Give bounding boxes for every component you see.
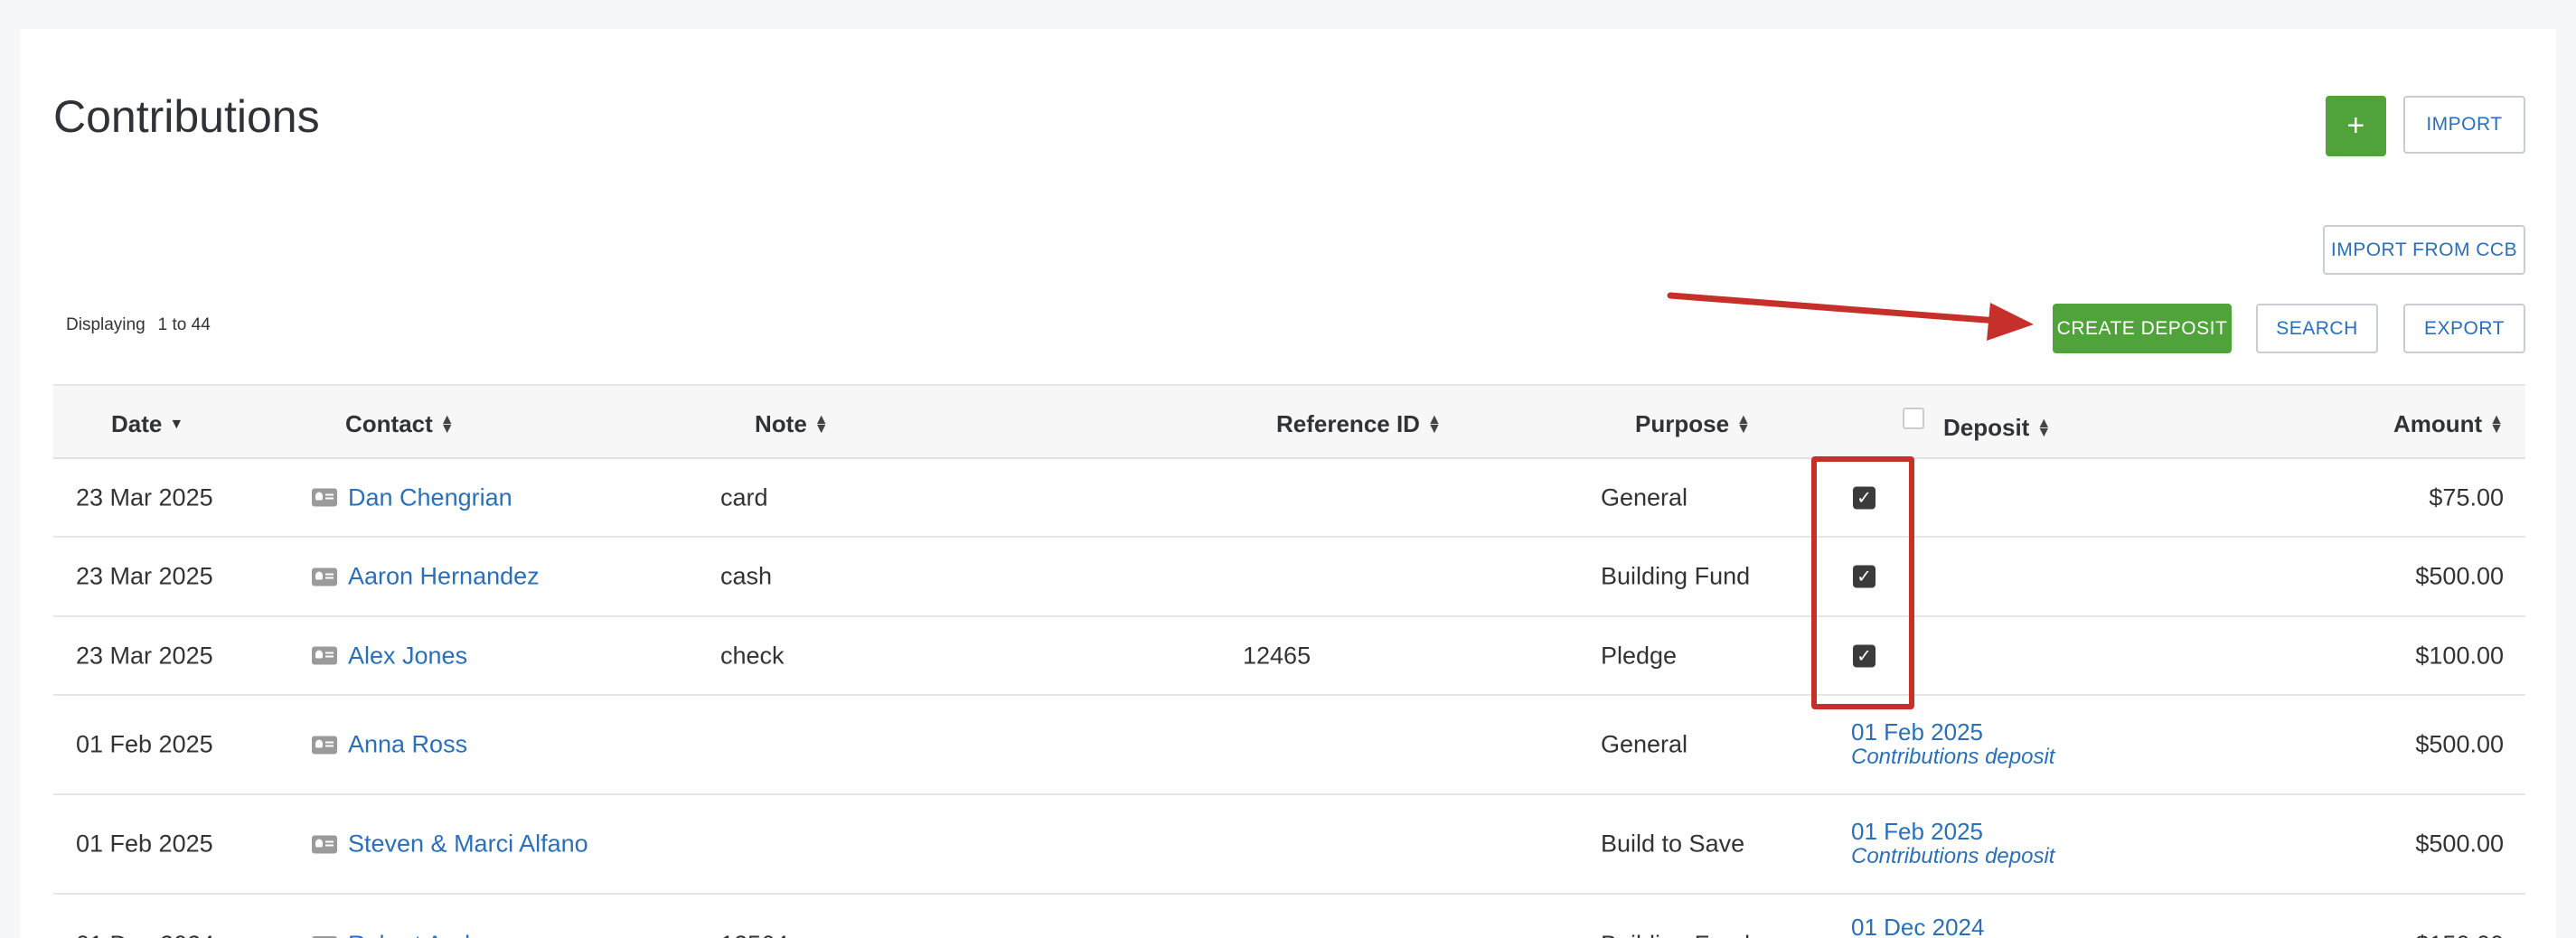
- column-date[interactable]: Date ▼: [111, 410, 183, 438]
- column-date-label: Date: [111, 410, 163, 437]
- row-note: card: [720, 483, 768, 511]
- contact-card-icon: [312, 567, 337, 586]
- column-note-label: Note: [755, 410, 807, 437]
- column-purpose[interactable]: Purpose ▲ ▼: [1635, 410, 1751, 438]
- row-date: 01 Feb 2025: [76, 830, 213, 858]
- contact-card-icon: [312, 646, 337, 665]
- sort-icon: ▲ ▼: [1736, 411, 1751, 436]
- contact-link[interactable]: Aaron Hernandez: [348, 563, 540, 591]
- contact-card-icon: [312, 488, 337, 507]
- table-row: 01 Dec 2024 Robert Andrews 12564 Buildin…: [53, 895, 2525, 938]
- contact-link[interactable]: Alex Jones: [348, 642, 467, 670]
- deposit-date[interactable]: 01 Dec 2024: [1851, 915, 1984, 938]
- row-amount: $100.00: [2415, 642, 2504, 669]
- select-all-checkbox[interactable]: [1903, 408, 1924, 429]
- sort-icon: ▲ ▼: [2489, 411, 2504, 436]
- row-amount: $150.00: [2415, 931, 2504, 938]
- import-from-ccb-button[interactable]: IMPORT FROM CCB: [2323, 225, 2525, 275]
- row-contact[interactable]: Alex Jones: [312, 642, 467, 670]
- column-contact-label: Contact: [345, 410, 433, 437]
- row-amount: $500.00: [2415, 830, 2504, 858]
- sort-icon: ▲ ▼: [2036, 415, 2052, 440]
- deposit-description[interactable]: Contributions deposit: [1851, 745, 2054, 770]
- contact-link[interactable]: Anna Ross: [348, 731, 467, 759]
- row-date: 01 Feb 2025: [76, 730, 213, 758]
- row-date: 23 Mar 2025: [76, 562, 213, 590]
- row-purpose: Build to Save: [1601, 830, 1745, 858]
- table-row: 01 Feb 2025 Anna Ross General 01 Feb 202…: [53, 696, 2525, 795]
- column-purpose-label: Purpose: [1635, 410, 1730, 437]
- displaying-range: 1 to 44: [157, 315, 211, 334]
- export-button[interactable]: EXPORT: [2403, 304, 2525, 353]
- column-reference-label: Reference ID: [1276, 410, 1420, 437]
- deposit-link[interactable]: 01 Feb 2025 Contributions deposit: [1851, 719, 2054, 770]
- search-button[interactable]: SEARCH: [2256, 304, 2378, 353]
- import-button[interactable]: IMPORT: [2403, 96, 2525, 154]
- contact-card-icon: [312, 835, 337, 853]
- row-date: 23 Mar 2025: [76, 642, 213, 669]
- row-contact[interactable]: Aaron Hernandez: [312, 563, 540, 591]
- row-note: cash: [720, 562, 773, 590]
- column-amount-label: Amount: [2393, 410, 2483, 437]
- sort-icon: ▲ ▼: [1426, 411, 1442, 436]
- deposit-date[interactable]: 01 Feb 2025: [1851, 719, 2054, 745]
- deposit-date[interactable]: 01 Feb 2025: [1851, 819, 2054, 844]
- contact-link[interactable]: Dan Chengrian: [348, 483, 512, 511]
- contact-card-icon: [312, 736, 337, 754]
- row-reference: 12465: [1243, 642, 1312, 669]
- table-row: 23 Mar 2025 Aaron Hernandez cash Buildin…: [53, 538, 2525, 617]
- add-contribution-button[interactable]: +: [2326, 96, 2386, 156]
- row-purpose: Building Fund: [1601, 931, 1750, 938]
- row-contact[interactable]: Robert Andrews: [312, 931, 522, 938]
- sort-icon: ▲ ▼: [813, 411, 829, 436]
- contact-link[interactable]: Steven & Marci Alfano: [348, 830, 588, 858]
- create-deposit-button[interactable]: CREATE DEPOSIT: [2053, 304, 2232, 353]
- row-amount: $500.00: [2415, 730, 2504, 758]
- column-deposit[interactable]: Deposit ▲ ▼: [1943, 414, 2051, 442]
- table-header: Date ▼ Contact ▲ ▼ Note ▲ ▼ Reference ID ▲…: [53, 384, 2525, 459]
- column-reference-id[interactable]: Reference ID ▲ ▼: [1276, 410, 1442, 438]
- page-title: Contributions: [53, 91, 320, 142]
- contact-link[interactable]: Robert Andrews: [348, 931, 522, 938]
- column-contact[interactable]: Contact ▲ ▼: [345, 410, 455, 438]
- column-amount[interactable]: Amount ▲ ▼: [2393, 410, 2504, 438]
- row-amount: $75.00: [2429, 483, 2504, 511]
- table-row: 23 Mar 2025 Alex Jones check 12465 Pledg…: [53, 617, 2525, 696]
- table-row: 23 Mar 2025 Dan Chengrian card General ✓…: [53, 459, 2525, 538]
- displaying-label: Displaying: [66, 315, 146, 334]
- column-deposit-label: Deposit: [1943, 414, 2030, 441]
- row-date: 23 Mar 2025: [76, 483, 213, 511]
- row-contact[interactable]: Anna Ross: [312, 731, 467, 759]
- deposit-link[interactable]: 01 Feb 2025 Contributions deposit: [1851, 819, 2054, 869]
- annotation-highlight-box: [1811, 456, 1914, 709]
- row-date: 01 Dec 2024: [76, 931, 214, 938]
- row-purpose: Building Fund: [1601, 562, 1751, 590]
- row-purpose: General: [1601, 483, 1688, 511]
- column-note[interactable]: Note ▲ ▼: [755, 410, 829, 438]
- deposit-description[interactable]: Contributions deposit: [1851, 844, 2054, 869]
- table-row: 01 Feb 2025 Steven & Marci Alfano Build …: [53, 795, 2525, 895]
- row-note: 12564: [720, 931, 788, 938]
- annotation-arrow: [1667, 292, 2034, 341]
- displaying-count: Displaying 1 to 44: [66, 315, 211, 335]
- row-purpose: General: [1601, 730, 1688, 758]
- row-note: check: [720, 642, 785, 669]
- sort-desc-icon: ▼: [169, 416, 184, 432]
- sort-icon: ▲ ▼: [439, 411, 455, 436]
- row-purpose: Pledge: [1601, 642, 1678, 669]
- row-contact[interactable]: Steven & Marci Alfano: [312, 830, 588, 858]
- row-contact[interactable]: Dan Chengrian: [312, 483, 512, 511]
- row-amount: $500.00: [2415, 562, 2504, 590]
